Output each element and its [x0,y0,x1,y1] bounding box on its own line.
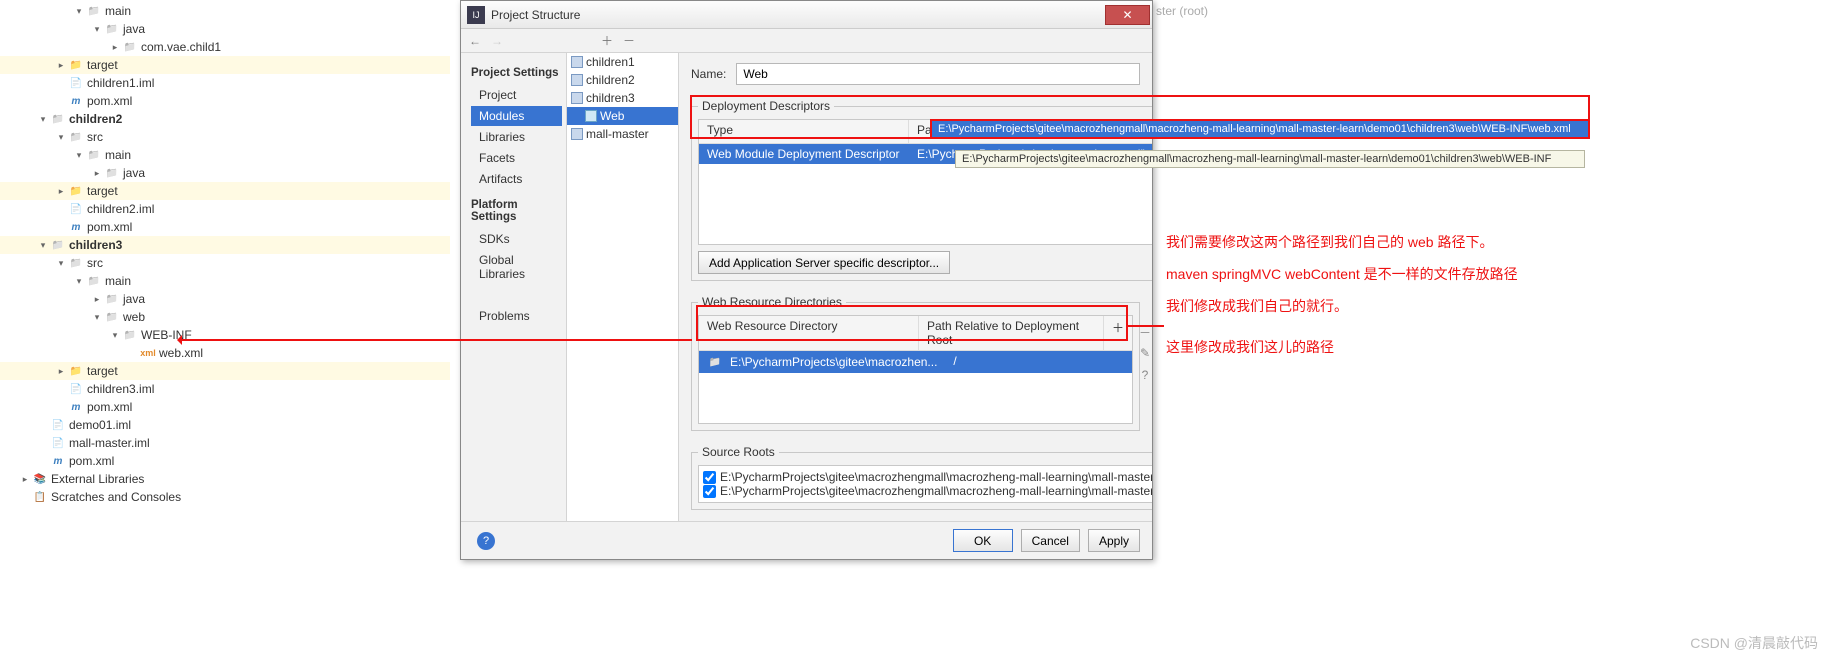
tooltip: E:\PycharmProjects\gitee\macrozhengmall\… [955,150,1585,168]
annotation-text: maven springMVC webContent 是不一样的文件存放路径 [1166,264,1518,284]
source-root-item[interactable]: E:\PycharmProjects\gitee\macrozhengmall\… [703,470,1152,484]
section-header: Platform Settings [471,199,562,223]
dialog-toolbar: ← → ＋ － [461,29,1152,53]
sidebar-item-facets[interactable]: Facets [471,148,562,168]
tree-item[interactable]: 📄children3.iml [0,380,450,398]
module-item[interactable]: children3 [567,89,678,107]
tree-item[interactable]: xmlweb.xml [0,344,450,362]
module-item[interactable]: children2 [567,71,678,89]
annotation-text: 这里修改成我们这儿的路径 [1166,337,1334,357]
tree-item[interactable]: 📄children2.iml [0,200,450,218]
tree-item[interactable]: ▸java [0,290,450,308]
tree-item[interactable]: ▾src [0,128,450,146]
module-item[interactable]: mall-master [567,125,678,143]
root-suffix: ster (root) [1156,4,1208,18]
resource-dir-row[interactable]: E:\PycharmProjects\gitee\macrozhen... / [699,351,1132,373]
tree-item[interactable]: ▾main [0,2,450,20]
name-input[interactable] [736,63,1140,85]
tree-item[interactable]: mpom.xml [0,452,450,470]
forward-icon[interactable]: → [489,34,505,48]
annotation-box [696,305,1128,341]
project-tree: ▾main ▾java ▸com.vae.child1 ▸📁target 📄ch… [0,0,450,671]
tree-item[interactable]: ▾src [0,254,450,272]
modules-list: children1 children2 children3 Web mall-m… [567,53,679,521]
module-item-web[interactable]: Web [567,107,678,125]
tree-item[interactable]: ▸com.vae.child1 [0,38,450,56]
tree-item[interactable]: ▾main [0,272,450,290]
add-descriptor-button[interactable]: Add Application Server specific descript… [698,251,950,274]
cancel-button[interactable]: Cancel [1021,529,1080,552]
tree-item[interactable]: ▸📁target [0,56,450,74]
tree-item[interactable]: ▸java [0,164,450,182]
help-icon[interactable]: ? [1136,368,1152,386]
source-roots: Source Roots E:\PycharmProjects\gitee\ma… [691,445,1152,510]
tree-item[interactable]: ▾java [0,20,450,38]
tree-item[interactable]: 📄demo01.iml [0,416,450,434]
sidebar-item-artifacts[interactable]: Artifacts [471,169,562,189]
remove-icon[interactable]: － [621,32,637,49]
tree-item[interactable]: ▾children3 [0,236,450,254]
tree-item[interactable]: mpom.xml [0,218,450,236]
annotation-arrow [1128,325,1164,327]
tree-item[interactable]: ▸📁target [0,362,450,380]
tree-item[interactable]: 📄mall-master.iml [0,434,450,452]
module-item[interactable]: children1 [567,53,678,71]
watermark: CSDN @清晨敲代码 [1690,633,1818,653]
tree-item[interactable]: mpom.xml [0,92,450,110]
add-icon[interactable]: ＋ [599,32,615,49]
annotation-text: 我们需要修改这两个路径到我们自己的 web 路径下。 [1166,232,1493,252]
tree-item[interactable]: 📋Scratches and Consoles [0,488,450,506]
section-header: Project Settings [471,67,562,79]
tree-item[interactable]: ▾WEB-INF [0,326,450,344]
sidebar-item-modules[interactable]: Modules [471,106,562,126]
tree-item[interactable]: ▸📚External Libraries [0,470,450,488]
sidebar-item-global-libraries[interactable]: Global Libraries [471,250,562,284]
tree-item[interactable]: ▾children2 [0,110,450,128]
dialog-title: Project Structure [491,8,1105,22]
folder-icon [707,354,723,370]
tree-item[interactable]: 📄children1.iml [0,74,450,92]
settings-sidebar: Project Settings Project Modules Librari… [461,53,567,521]
source-root-item[interactable]: E:\PycharmProjects\gitee\macrozhengmall\… [703,484,1152,498]
project-structure-dialog: IJ Project Structure ✕ ← → ＋ － Project S… [460,0,1153,560]
tree-item[interactable]: mpom.xml [0,398,450,416]
annotation-text: 我们修改成我们自己的就行。 [1166,296,1348,316]
help-icon[interactable]: ? [477,532,495,550]
sidebar-item-sdks[interactable]: SDKs [471,229,562,249]
name-label: Name: [691,67,726,81]
close-button[interactable]: ✕ [1105,5,1150,25]
intellij-icon: IJ [467,6,485,24]
titlebar: IJ Project Structure ✕ [461,1,1152,29]
edit-icon[interactable]: ✎ [1136,346,1152,364]
dialog-footer: ? OK Cancel Apply [461,521,1152,559]
tree-item[interactable]: ▾web [0,308,450,326]
annotation-arrow [180,339,692,341]
sidebar-item-project[interactable]: Project [471,85,562,105]
sidebar-item-libraries[interactable]: Libraries [471,127,562,147]
back-icon[interactable]: ← [467,34,483,48]
tree-item[interactable]: ▾main [0,146,450,164]
ok-button[interactable]: OK [953,529,1013,552]
sidebar-item-problems[interactable]: Problems [471,306,562,326]
tree-item[interactable]: ▸📁target [0,182,450,200]
apply-button[interactable]: Apply [1088,529,1140,552]
annotation-box [690,95,1590,139]
